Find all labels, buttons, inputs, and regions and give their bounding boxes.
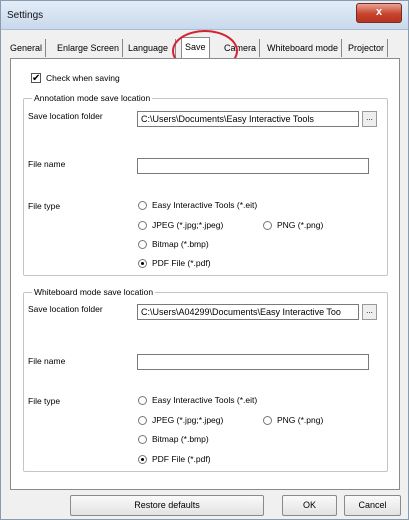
whiteboard-filename-field[interactable] <box>137 354 369 370</box>
tab-general[interactable]: General <box>7 39 47 57</box>
annotation-folder-label: Save location folder <box>28 111 103 121</box>
check-when-saving-checkbox[interactable]: ✔ <box>31 73 41 84</box>
annotation-filename-label: File name <box>28 159 66 169</box>
tab-whiteboard-mode[interactable]: Whiteboard mode <box>264 39 343 57</box>
whiteboard-group-title: Whiteboard mode save location <box>32 287 156 297</box>
check-when-saving-label: Check when saving <box>46 73 120 83</box>
whiteboard-radio-bmp[interactable] <box>138 435 147 444</box>
title-bar[interactable]: Settings x <box>1 1 408 30</box>
whiteboard-option-eit: Easy Interactive Tools (*.eit) <box>152 395 258 405</box>
close-icon: x <box>375 6 383 18</box>
annotation-option-bmp: Bitmap (*.bmp) <box>152 239 209 249</box>
annotation-radio-eit[interactable] <box>138 201 147 210</box>
tab-language[interactable]: Language <box>125 39 176 57</box>
annotation-option-pdf: PDF File (*.pdf) <box>152 258 211 268</box>
annotation-group-title: Annotation mode save location <box>32 93 153 103</box>
tab-projector[interactable]: Projector <box>345 39 389 57</box>
whiteboard-radio-png[interactable] <box>263 416 272 425</box>
annotation-browse-button[interactable]: ... <box>362 111 377 127</box>
annotation-filetype-label: File type <box>28 201 61 211</box>
cancel-button[interactable]: Cancel <box>344 495 401 516</box>
whiteboard-option-jpeg: JPEG (*.jpg;*.jpeg) <box>152 415 224 425</box>
whiteboard-radio-pdf[interactable] <box>138 455 147 464</box>
settings-dialog: Settings x General Enlarge Screen Langua… <box>0 0 409 520</box>
restore-defaults-button[interactable]: Restore defaults <box>70 495 264 516</box>
whiteboard-filetype-label: File type <box>28 396 61 406</box>
annotation-folder-field[interactable]: C:\Users\Documents\Easy Interactive Tool… <box>137 111 359 127</box>
whiteboard-folder-label: Save location folder <box>28 304 103 314</box>
whiteboard-option-png: PNG (*.png) <box>277 415 324 425</box>
annotation-radio-bmp[interactable] <box>138 240 147 249</box>
save-tab-panel: ✔ Check when saving Annotation mode save… <box>10 58 400 490</box>
annotation-filename-field[interactable] <box>137 158 369 174</box>
annotation-save-group: Annotation mode save location Save locat… <box>23 93 388 276</box>
annotation-radio-png[interactable] <box>263 221 272 230</box>
whiteboard-option-pdf: PDF File (*.pdf) <box>152 454 211 464</box>
whiteboard-folder-field[interactable]: C:\Users\A04299\Documents\Easy Interacti… <box>137 304 359 320</box>
annotation-radio-jpeg[interactable] <box>138 221 147 230</box>
window-title: Settings <box>7 10 44 21</box>
checkmark-icon: ✔ <box>32 73 41 84</box>
annotation-option-jpeg: JPEG (*.jpg;*.jpeg) <box>152 220 224 230</box>
whiteboard-radio-jpeg[interactable] <box>138 416 147 425</box>
whiteboard-save-group: Whiteboard mode save location Save locat… <box>23 287 388 472</box>
whiteboard-radio-eit[interactable] <box>138 396 147 405</box>
whiteboard-browse-button[interactable]: ... <box>362 304 377 320</box>
ok-button[interactable]: OK <box>282 495 337 516</box>
tab-enlarge-screen[interactable]: Enlarge Screen <box>54 39 124 57</box>
whiteboard-filename-label: File name <box>28 356 66 366</box>
annotation-option-eit: Easy Interactive Tools (*.eit) <box>152 200 258 210</box>
whiteboard-option-bmp: Bitmap (*.bmp) <box>152 434 209 444</box>
annotation-option-png: PNG (*.png) <box>277 220 324 230</box>
close-button[interactable]: x <box>356 3 402 23</box>
annotation-radio-pdf[interactable] <box>138 259 147 268</box>
